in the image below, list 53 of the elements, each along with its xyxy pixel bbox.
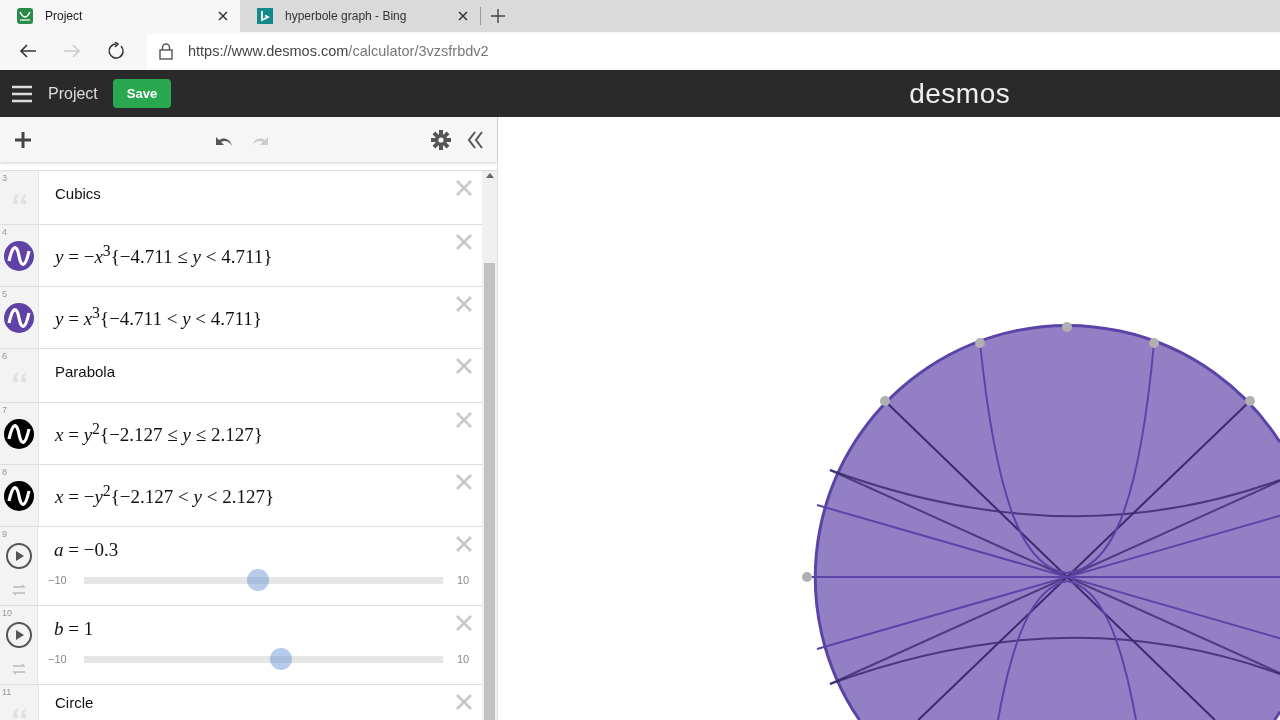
note-text[interactable]: Cubics [55,185,101,202]
line-number: 9 [2,529,7,539]
point[interactable] [975,338,985,348]
graph-style-icon[interactable] [4,302,34,333]
graph-style-icon[interactable] [4,418,34,449]
graph-style-icon[interactable] [4,240,34,271]
point[interactable] [1149,338,1159,348]
slider-min-label: −10 [48,574,68,586]
slider-thumb[interactable] [270,648,293,670]
bing-favicon-icon [257,8,273,24]
lock-icon [159,42,173,60]
play-icon[interactable] [5,543,32,569]
note-text[interactable]: Circle [55,694,94,711]
line-number: 6 [2,351,7,361]
graph-style-icon[interactable] [4,480,34,511]
math-expression[interactable]: a = −0.3 [54,539,119,561]
slider-thumb[interactable] [247,569,270,591]
line-number: 7 [2,405,7,415]
math-expression[interactable]: x = y$^{2}${−2.127 ≤ y ≤ 2.127} [55,420,263,447]
line-number: 11 [2,687,12,697]
reload-icon[interactable] [107,42,125,60]
play-icon[interactable] [5,622,32,648]
note-text[interactable]: Parabola [55,363,116,380]
math-expression[interactable]: y = x$^{3}${−4.711 < y < 4.711} [55,304,262,331]
add-icon[interactable] [14,130,32,149]
line-number: 5 [2,289,7,299]
scroll-up-arrow-icon[interactable] [485,173,494,178]
menu-icon[interactable] [12,84,32,103]
back-icon[interactable] [19,42,37,60]
project-title: Project [48,84,98,103]
new-tab-icon[interactable] [491,9,505,23]
logo: desmos [909,77,1011,110]
slider-max-label: 10 [457,653,470,665]
close-icon[interactable] [456,9,470,23]
line-number: 10 [2,608,12,618]
url-text: https://www.desmos.com/calculator/3vzsfrbdv2 [188,43,489,59]
browser-tab[interactable]: Project [0,0,240,32]
math-expression[interactable]: x = −y$^{2}${−2.127 < y < 2.127} [55,482,275,509]
close-icon[interactable] [216,9,230,23]
slider-max-label: 10 [457,574,470,586]
math-expression[interactable]: b = 1 [54,618,94,640]
slider-min-label: −10 [48,653,68,665]
point[interactable] [880,396,890,406]
line-number: 8 [2,467,7,477]
math-expression[interactable]: y = −x$^{3}${−4.711 ≤ y < 4.711} [55,242,273,269]
line-number: 4 [2,227,7,237]
graph-favicon-icon [17,8,33,24]
line-number: 3 [2,173,7,183]
settings-icon[interactable] [431,129,451,150]
point[interactable] [1245,396,1255,406]
address-field[interactable]: https://www.desmos.com/calculator/3vzsfrbdv2 [147,34,1280,68]
scrollbar[interactable] [482,171,497,720]
collapse-icon[interactable] [467,130,483,149]
